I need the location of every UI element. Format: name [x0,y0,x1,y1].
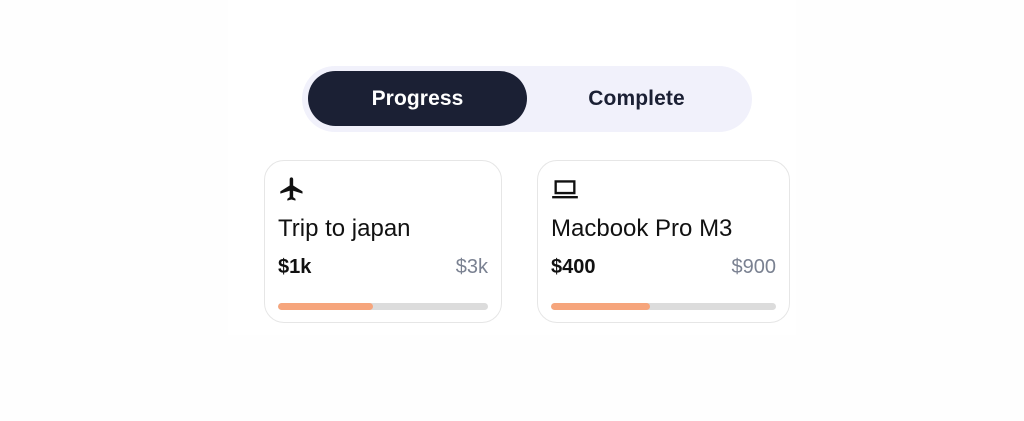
goal-progress-track [278,303,488,310]
goal-progress-track [551,303,776,310]
goal-card-trip[interactable]: Trip to japan $1k $3k [264,160,502,323]
goal-target-amount: $3k [455,256,488,278]
goal-title: Trip to japan [278,215,411,242]
goal-progress-fill [551,303,650,310]
goal-target-amount: $900 [731,256,777,278]
goal-saved-amount: $400 [551,256,596,278]
goal-progress-fill [278,303,373,310]
laptop-icon [552,180,578,199]
goal-title: Macbook Pro M3 [551,215,733,242]
goal-saved-amount: $1k [278,256,312,278]
goals-screen: Progress Complete Trip to japan $1k $3k … [0,0,1024,421]
goal-card-macbook[interactable]: Macbook Pro M3 $400 $900 [537,160,790,323]
airplane-icon [280,177,303,201]
tab-progress[interactable]: Progress [308,71,527,126]
status-toggle: Progress Complete [302,66,752,132]
tab-complete[interactable]: Complete [527,71,746,126]
